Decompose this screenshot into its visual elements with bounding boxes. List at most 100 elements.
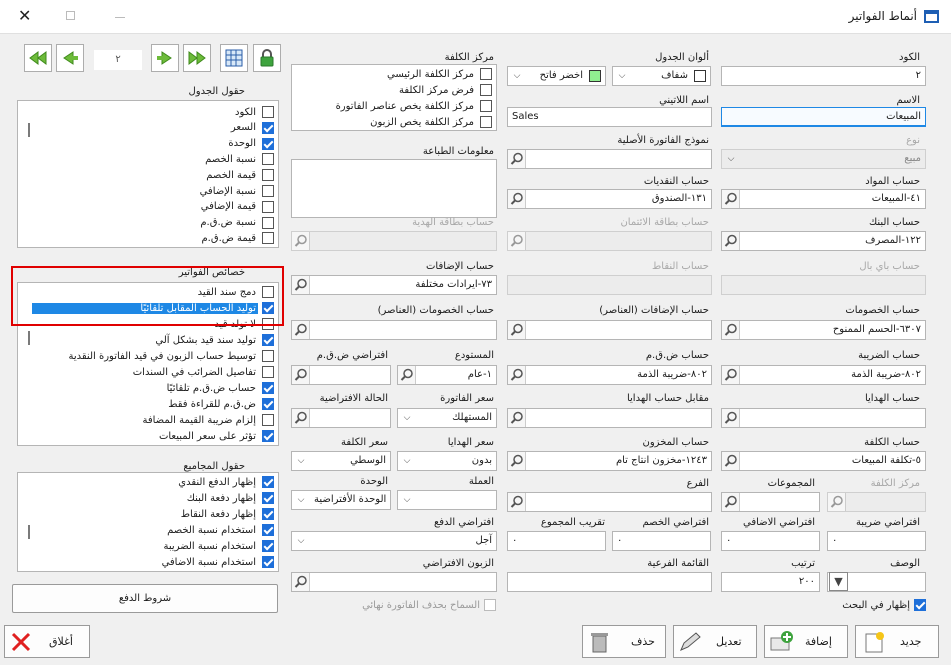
search-icon[interactable] bbox=[722, 409, 740, 427]
search-icon[interactable] bbox=[292, 366, 310, 384]
discounts-account-field[interactable]: ٦٣٠٧-الحسم الممنوح bbox=[721, 320, 926, 340]
unit-select[interactable]: ⌵ الوحدة الأفتراضية bbox=[291, 490, 391, 510]
show-in-search-checkbox[interactable]: إظهار في البحث bbox=[842, 597, 926, 613]
search-icon[interactable] bbox=[722, 452, 740, 470]
groups-field[interactable] bbox=[721, 492, 820, 512]
materials-account-field[interactable]: ٤١-المبيعات bbox=[721, 189, 926, 209]
default-discount-field[interactable]: ٠ bbox=[612, 531, 711, 551]
search-icon[interactable] bbox=[508, 150, 526, 168]
search-icon[interactable] bbox=[722, 190, 740, 208]
new-button[interactable]: جديد bbox=[855, 625, 939, 658]
points-account-field[interactable] bbox=[507, 275, 712, 295]
warehouse-field[interactable]: ١-عام bbox=[397, 365, 497, 385]
default-additional-field[interactable]: ٠ bbox=[721, 531, 820, 551]
cash-account-field[interactable]: ١٣١-الصندوق bbox=[507, 189, 712, 209]
cost-price-select[interactable]: ⌵ الوسطي bbox=[291, 451, 391, 471]
next-record-button[interactable] bbox=[151, 44, 179, 72]
search-icon[interactable] bbox=[828, 493, 846, 511]
name-field[interactable]: المبيعات bbox=[721, 107, 926, 127]
record-number[interactable]: ٢ bbox=[94, 50, 142, 70]
list-item[interactable]: تفاصيل الضرائب في السندات bbox=[131, 364, 274, 380]
default-status-field[interactable] bbox=[291, 408, 391, 428]
tax-account-field[interactable]: ٨٠٢-ضريبة الذمة bbox=[721, 365, 926, 385]
list-item[interactable]: قيمة ض.ق.م bbox=[199, 230, 274, 246]
gifts-counter-account-field[interactable] bbox=[507, 408, 712, 428]
cost-account-field[interactable]: ٥-تكلفة المبيعات bbox=[721, 451, 926, 471]
list-item[interactable]: استخدام نسبة الاضافي bbox=[160, 554, 274, 570]
discounts-items-account-field[interactable] bbox=[291, 320, 497, 340]
code-field[interactable]: ٢ bbox=[721, 66, 926, 86]
search-icon[interactable] bbox=[508, 321, 526, 339]
close-button[interactable]: أغلاق bbox=[4, 625, 90, 658]
list-item[interactable]: تؤثر على سعر المبيعات bbox=[157, 428, 274, 444]
maximize-button[interactable] bbox=[66, 11, 75, 20]
list-item[interactable]: فرض مركز الكلفة bbox=[397, 82, 492, 98]
latin-name-field[interactable]: Sales bbox=[507, 107, 712, 127]
paypal-account-field[interactable] bbox=[721, 275, 926, 295]
type-select[interactable]: ⌵ مبيع bbox=[721, 149, 926, 169]
list-item[interactable]: استخدام نسبة الضريبة bbox=[162, 538, 274, 554]
inventory-account-field[interactable]: ١٢٤٣-مخزون انتاج تام bbox=[507, 451, 712, 471]
cost-center-field[interactable] bbox=[827, 492, 926, 512]
gift-card-account-field[interactable] bbox=[291, 231, 497, 251]
list-item[interactable]: مركز الكلفة يخص الزبون bbox=[368, 114, 492, 130]
search-icon[interactable] bbox=[292, 276, 310, 294]
list-item[interactable]: إظهار الدفع النقدي bbox=[176, 474, 274, 490]
list-item[interactable]: توليد سند قيد بشكل آلي bbox=[153, 332, 274, 348]
filter-icon[interactable]: ▼ bbox=[829, 572, 848, 591]
default-payment-select[interactable]: ⌵ آجل bbox=[291, 531, 497, 551]
search-icon[interactable] bbox=[292, 573, 310, 591]
printing-info-field[interactable] bbox=[291, 159, 497, 218]
invoice-price-select[interactable]: ⌵ المستهلك bbox=[397, 408, 497, 428]
lock-icon[interactable] bbox=[253, 44, 281, 72]
search-icon[interactable] bbox=[508, 493, 526, 511]
payment-terms-button[interactable]: شروط الدفع bbox=[12, 584, 278, 613]
add-button[interactable]: إضافة bbox=[764, 625, 848, 658]
list-item[interactable]: نسبة الإضافي bbox=[198, 183, 274, 199]
list-item[interactable]: السعر bbox=[229, 120, 274, 136]
search-icon[interactable] bbox=[398, 366, 416, 384]
list-item[interactable]: نسبة ض.ق.م bbox=[198, 215, 274, 231]
original-invoice-model-field[interactable] bbox=[507, 149, 712, 169]
search-icon[interactable] bbox=[292, 321, 310, 339]
gifts-account-field[interactable] bbox=[721, 408, 926, 428]
list-item[interactable]: حساب ض.ق.م تلقائيًا bbox=[165, 380, 274, 396]
list-item[interactable]: توسيط حساب الزبون في قيد الفاتورة النقدي… bbox=[66, 348, 274, 364]
first-record-button[interactable] bbox=[24, 44, 52, 72]
list-item[interactable]: الوحدة bbox=[226, 136, 274, 152]
list-item[interactable]: مركز الكلفة الرئيسي bbox=[385, 66, 492, 82]
vat-account-field[interactable]: ٨٠٢-ضريبة الذمة bbox=[507, 365, 712, 385]
list-item[interactable]: ض.ق.م للقراءة فقط bbox=[166, 396, 274, 412]
currency-select[interactable]: ⌵ bbox=[397, 490, 497, 510]
default-customer-field[interactable] bbox=[291, 572, 497, 592]
list-item[interactable]: قيمة الخصم bbox=[204, 167, 274, 183]
branch-field[interactable] bbox=[507, 492, 712, 512]
list-item[interactable]: استخدام نسبة الخصم bbox=[165, 522, 274, 538]
search-icon[interactable] bbox=[292, 409, 310, 427]
close-window-button[interactable]: ✕ bbox=[18, 6, 31, 25]
search-icon[interactable] bbox=[508, 366, 526, 384]
list-item[interactable]: إظهار دفعة النقاط bbox=[179, 506, 274, 522]
edit-button[interactable]: تعديل bbox=[673, 625, 757, 658]
previous-record-button[interactable] bbox=[56, 44, 84, 72]
minimize-button[interactable] bbox=[115, 17, 125, 18]
table-color-1-select[interactable]: ⌵ شفاف bbox=[612, 66, 711, 86]
search-icon[interactable] bbox=[722, 493, 740, 511]
table-color-2-select[interactable]: ⌵ اخضر فاتح bbox=[507, 66, 606, 86]
search-icon[interactable] bbox=[722, 321, 740, 339]
list-item[interactable]: الكود bbox=[233, 104, 274, 120]
allow-delete-final-checkbox[interactable]: السماح بحذف الفاتورة نهائي bbox=[362, 597, 496, 613]
credit-card-account-field[interactable] bbox=[507, 231, 712, 251]
vat-default-field[interactable] bbox=[291, 365, 391, 385]
list-item[interactable]: نسبة الخصم bbox=[203, 151, 274, 167]
search-icon[interactable] bbox=[722, 366, 740, 384]
additions-account-field[interactable]: ٧٣-ايرادات مختلفة bbox=[291, 275, 497, 295]
search-icon[interactable] bbox=[508, 190, 526, 208]
search-icon[interactable] bbox=[508, 452, 526, 470]
gifts-price-select[interactable]: ⌵ بدون bbox=[397, 451, 497, 471]
list-item[interactable]: إلزام ضريبة القيمة المضافة bbox=[140, 412, 274, 428]
delete-button[interactable]: حذف bbox=[582, 625, 666, 658]
grid-icon[interactable] bbox=[220, 44, 248, 72]
list-item[interactable]: إظهار دفعة البنك bbox=[185, 490, 274, 506]
search-icon[interactable] bbox=[508, 232, 526, 250]
